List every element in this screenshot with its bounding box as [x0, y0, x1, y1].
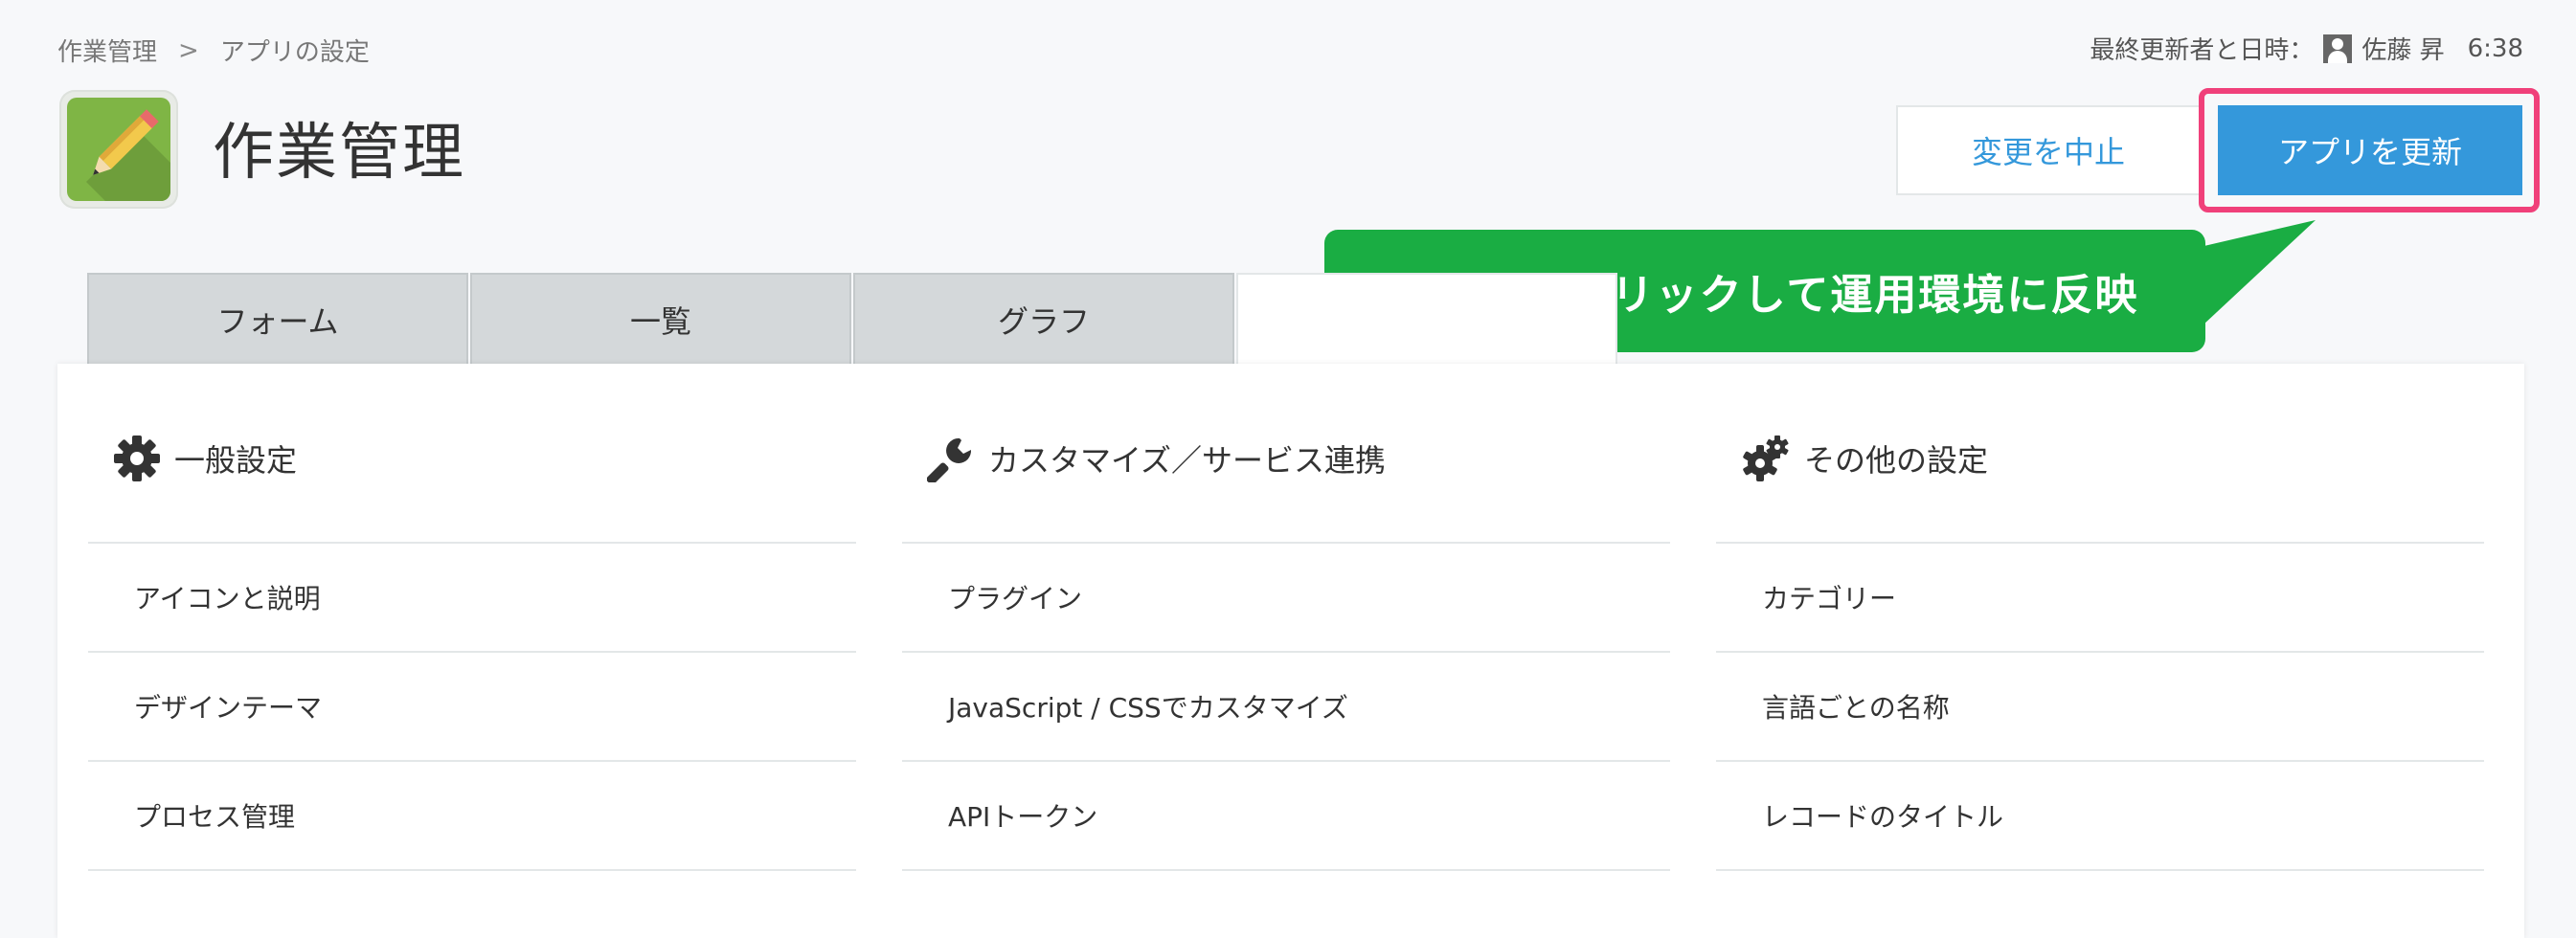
list-item[interactable]: プロセス管理 [88, 762, 856, 871]
list-item[interactable]: アイコンと説明 [88, 544, 856, 653]
breadcrumb-separator: > [178, 35, 199, 65]
last-updated-user[interactable]: 佐藤 昇 [2361, 31, 2444, 66]
section-general: 一般設定 アイコンと説明 デザインテーマ プロセス管理 [88, 364, 856, 871]
list-item[interactable]: レコードのタイトル [1716, 762, 2484, 871]
page-title: 作業管理 [213, 118, 465, 189]
breadcrumb-app-link[interactable]: 作業管理 [57, 33, 157, 68]
last-updated-label: 最終更新者と日時： [2090, 36, 2315, 65]
section-other: その他の設定 カテゴリー 言語ごとの名称 レコードのタイトル [1716, 364, 2484, 871]
section-header: 一般設定 [88, 364, 856, 544]
section-customize: カスタマイズ／サービス連携 プラグイン JavaScript / CSSでカスタ… [902, 364, 1670, 871]
tab-form[interactable]: フォーム [87, 273, 468, 365]
section-title: カスタマイズ／サービス連携 [988, 442, 1387, 479]
section-title: 一般設定 [174, 442, 298, 479]
list-item[interactable]: カテゴリー [1716, 544, 2484, 653]
last-updated-time: 6:38 [2467, 34, 2523, 63]
breadcrumb-current: アプリの設定 [219, 38, 370, 67]
settings-panel: 一般設定 アイコンと説明 デザインテーマ プロセス管理 カスタマイズ／サービス連… [57, 364, 2524, 938]
pencil-icon [67, 98, 170, 201]
cancel-changes-button[interactable]: 変更を中止 [1896, 105, 2201, 195]
tab-graph[interactable]: グラフ [853, 273, 1234, 365]
user-icon [2323, 34, 2353, 63]
list-item[interactable]: プラグイン [902, 544, 1670, 653]
last-updated-info: 最終更新者と日時： 佐藤 昇 6:38 [2090, 31, 2523, 66]
wrench-icon [927, 437, 972, 482]
section-title: その他の設定 [1804, 442, 1989, 479]
tab-list[interactable]: 一覧 [470, 273, 851, 365]
breadcrumb: 作業管理 > アプリの設定 [57, 33, 370, 68]
settings-tabs: フォーム 一覧 グラフ [87, 273, 1619, 365]
section-header: その他の設定 [1716, 364, 2484, 544]
gears-icon [1743, 436, 1789, 481]
update-app-button[interactable]: アプリを更新 [2218, 105, 2522, 195]
list-item[interactable]: APIトークン [902, 762, 1670, 871]
list-item[interactable]: JavaScript / CSSでカスタマイズ [902, 653, 1670, 762]
list-item[interactable]: デザインテーマ [88, 653, 856, 762]
app-icon [59, 90, 178, 209]
section-header: カスタマイズ／サービス連携 [902, 364, 1670, 544]
tab-app-settings[interactable] [1236, 273, 1617, 365]
list-item[interactable]: 言語ごとの名称 [1716, 653, 2484, 762]
gear-icon [114, 436, 160, 481]
